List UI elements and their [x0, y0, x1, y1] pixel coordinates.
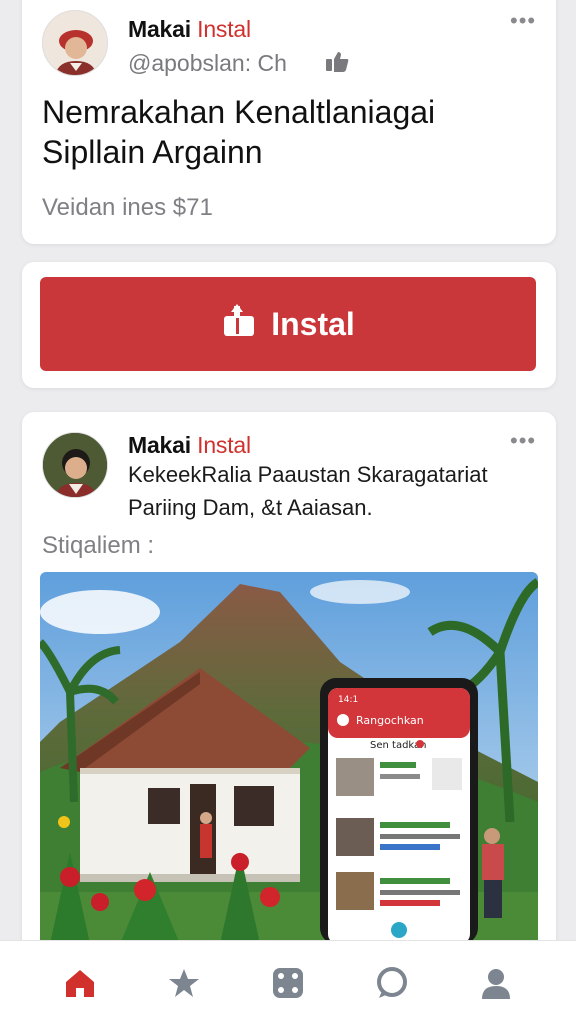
post-text-line-2: Pariing Dam, &t Aaiasan. — [128, 495, 373, 520]
post-card-2: Makai Instal ••• KekeekRalia Paaustan Sk… — [22, 412, 556, 972]
nav-games[interactable] — [266, 961, 310, 1005]
nav-favorites[interactable] — [162, 961, 206, 1005]
post-meta: Veidan ines $71 — [42, 194, 213, 221]
thumbs-icon — [324, 51, 350, 78]
post-title-line-2: Sipllain Argainn — [42, 134, 263, 170]
post-title-line-1: Nemrakahan Kenaltlaniagai — [42, 94, 436, 130]
bottom-navigation — [0, 940, 576, 1024]
install-label: Instal — [271, 305, 355, 342]
install-icon — [221, 302, 257, 346]
chat-icon — [377, 966, 407, 998]
author-name[interactable]: Makai Instal — [128, 16, 251, 43]
nav-home[interactable] — [58, 961, 102, 1005]
home-icon — [66, 969, 94, 997]
post-image[interactable]: 14:1 Rangochkan Sen tadkan — [40, 572, 538, 944]
author-avatar[interactable] — [42, 432, 108, 498]
profile-icon — [482, 968, 510, 999]
install-button[interactable]: Instal — [40, 277, 536, 371]
more-options-icon[interactable]: ••• — [510, 430, 536, 452]
nav-profile[interactable] — [474, 961, 518, 1005]
phone-app-title: Rangochkan — [356, 714, 424, 727]
dice-icon — [273, 967, 303, 998]
author-avatar[interactable] — [42, 10, 108, 76]
author-name[interactable]: Makai Instal — [128, 432, 251, 459]
post-text: KekeekRalia Paaustan Skaragatariat Parii… — [128, 458, 488, 524]
post-card-1: Makai Instal ••• @apobslan: Ch Nemrakaha… — [22, 0, 556, 244]
author-action: Instal — [197, 432, 251, 458]
post-text-line-1: KekeekRalia Paaustan Skaragatariat — [128, 462, 488, 487]
phone-status-time: 14:1 — [338, 695, 358, 705]
author-name-text: Makai — [128, 16, 191, 42]
star-icon — [169, 968, 199, 997]
post-meta: Stiqaliem : — [42, 532, 155, 559]
post-title: Nemrakahan Kenaltlaniagai Sipllain Argai… — [42, 92, 435, 172]
author-action: Instal — [197, 16, 251, 42]
more-options-icon[interactable]: ••• — [510, 10, 536, 32]
author-handle: @apobslan: Ch — [128, 50, 287, 76]
nav-messages[interactable] — [370, 961, 414, 1005]
install-card: Instal — [22, 262, 556, 388]
author-name-text: Makai — [128, 432, 191, 458]
